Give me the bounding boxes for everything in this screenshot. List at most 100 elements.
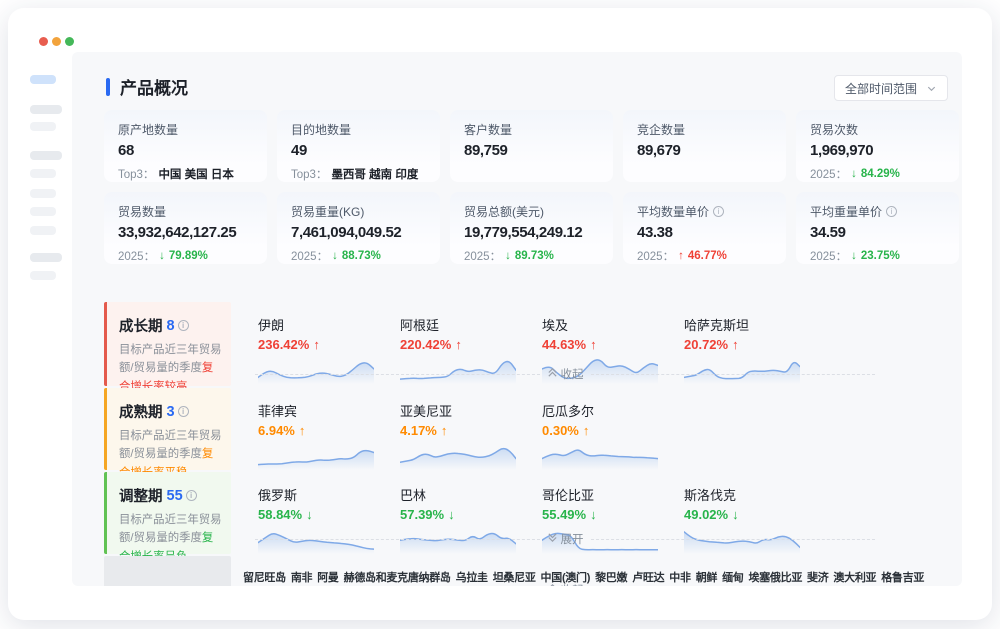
stat-sub-value: 89.73% <box>515 250 554 262</box>
group-count: 3 <box>167 404 175 420</box>
stat-card-value: 34.59 <box>810 224 947 241</box>
country-name: 厄瓜多尔 <box>542 401 684 420</box>
group-label: 调整期 55 目标产品近三年贸易额/贸易量的季度复合增长率呈负 <box>104 472 231 554</box>
sidebar-skeleton-item[interactable] <box>30 253 62 262</box>
trend-arrow-icon: ↑ <box>678 250 684 262</box>
stat-card-sub: 2025： ↓ 23.75% <box>810 248 947 264</box>
country-change: 20.72% ↑ <box>684 337 826 352</box>
country-trend-card[interactable]: 菲律宾 6.94% ↑ <box>258 401 400 470</box>
stat-card-value: 49 <box>291 142 428 159</box>
section-toggle-divider: 收起 <box>255 366 875 382</box>
group-title: 成熟期 3 <box>119 401 223 422</box>
stat-sub-prefix: Top3： <box>291 166 327 182</box>
app-window: 产品概况 全部时间范围 原产地数量 68 Top3： 中国 美国 日本 目的地数… <box>8 8 992 620</box>
country-name: 阿根廷 <box>400 315 542 334</box>
divider-line <box>591 539 876 540</box>
group-content: 伊朗 236.42% ↑ 阿根廷 220.42% ↑ 埃及 44.63% ↑ 哈… <box>231 302 959 386</box>
stat-card-sub: 2025： ↓ 89.73% <box>464 248 601 264</box>
lifecycle-group: 调整期 55 目标产品近三年贸易额/贸易量的季度复合增长率呈负 俄罗斯 58.8… <box>104 472 959 554</box>
stat-label-text: 竞企数量 <box>637 121 685 138</box>
toggle-button[interactable]: 展开 <box>547 531 584 547</box>
sidebar-skeleton-item[interactable] <box>30 169 56 178</box>
country-change-value: 57.39% <box>400 507 444 522</box>
stat-card-value: 19,779,554,249.12 <box>464 224 601 241</box>
country-change: 57.39% ↓ <box>400 507 542 522</box>
stat-card-value: 89,679 <box>637 142 774 159</box>
sidebar-skeleton-item[interactable] <box>30 122 56 131</box>
country-trend-card[interactable]: 亚美尼亚 4.17% ↑ <box>400 401 542 470</box>
country-change-value: 6.94% <box>258 423 295 438</box>
other-country-name[interactable]: 格鲁吉亚 <box>881 569 924 585</box>
country-name: 俄罗斯 <box>258 485 400 504</box>
sidebar-skeleton-item[interactable] <box>30 105 62 114</box>
group-label: 其他国家 16 <box>104 556 231 586</box>
lifecycle-group: 成长期 8 目标产品近三年贸易额/贸易量的季度复合增长率较高 伊朗 236.42… <box>104 302 959 386</box>
sparkline-svg <box>258 440 374 470</box>
stat-sub-prefix: 2025： <box>810 248 847 264</box>
info-icon[interactable] <box>186 490 197 501</box>
group-title: 其他国家 16 <box>119 586 209 587</box>
info-icon[interactable] <box>713 206 724 217</box>
info-icon[interactable] <box>178 406 189 417</box>
group-count: 8 <box>167 318 175 334</box>
country-name: 斯洛伐克 <box>684 485 826 504</box>
info-icon[interactable] <box>178 320 189 331</box>
sidebar-skeleton-item[interactable] <box>30 226 56 235</box>
stat-card: 原产地数量 68 Top3： 中国 美国 日本 <box>104 110 267 182</box>
trend-arrow-icon: ↑ <box>583 423 590 438</box>
country-change-value: 220.42% <box>400 337 451 352</box>
group-count: 55 <box>167 488 183 504</box>
country-change-value: 55.49% <box>542 507 586 522</box>
country-name: 伊朗 <box>258 315 400 334</box>
trend-arrow-icon: ↓ <box>448 507 455 522</box>
sidebar-skeleton-item[interactable] <box>30 189 56 198</box>
maximize-window-button[interactable] <box>65 37 74 46</box>
stat-card-label: 贸易数量 <box>118 203 255 220</box>
stat-card: 贸易次数 1,969,970 2025： ↓ 84.29% <box>796 110 959 182</box>
window-controls <box>39 37 74 46</box>
time-range-dropdown[interactable]: 全部时间范围 <box>834 75 948 101</box>
group-content: 菲律宾 6.94% ↑ 亚美尼亚 4.17% ↑ 厄瓜多尔 0.30% ↑ <box>231 388 959 470</box>
trend-sparkline <box>542 440 684 470</box>
stat-card-label: 平均重量单价 <box>810 203 947 220</box>
stat-card-label: 竞企数量 <box>637 121 774 138</box>
group-label: 成长期 8 目标产品近三年贸易额/贸易量的季度复合增长率较高 <box>104 302 231 386</box>
lifecycle-sections: 成长期 8 目标产品近三年贸易额/贸易量的季度复合增长率较高 伊朗 236.42… <box>104 302 959 586</box>
title-accent-bar <box>106 78 110 96</box>
stat-label-text: 平均数量单价 <box>637 203 709 220</box>
divider-line <box>255 374 540 375</box>
trend-arrow-icon: ↑ <box>313 337 320 352</box>
info-icon[interactable] <box>886 206 897 217</box>
country-name: 巴林 <box>400 485 542 504</box>
stat-card-sub: 2025： ↓ 79.89% <box>118 248 255 264</box>
stat-label-text: 贸易总额(美元) <box>464 203 544 220</box>
close-window-button[interactable] <box>39 37 48 46</box>
group-label: 成熟期 3 目标产品近三年贸易额/贸易量的季度复合增长率平稳 <box>104 388 231 470</box>
country-change-value: 58.84% <box>258 507 302 522</box>
stat-card-value: 43.38 <box>637 224 774 241</box>
sidebar-skeleton-item[interactable] <box>30 207 56 216</box>
country-change: 220.42% ↑ <box>400 337 542 352</box>
stat-label-text: 原产地数量 <box>118 121 178 138</box>
country-change: 58.84% ↓ <box>258 507 400 522</box>
stat-sub-prefix: 2025： <box>810 166 847 182</box>
stat-sub-value: 墨西哥 越南 印度 <box>331 166 418 182</box>
country-change-value: 236.42% <box>258 337 309 352</box>
country-change: 4.17% ↑ <box>400 423 542 438</box>
trend-arrow-icon: ↓ <box>332 250 338 262</box>
sidebar-skeleton-item[interactable] <box>30 271 56 280</box>
divider-line <box>591 374 876 375</box>
country-trend-card[interactable]: 厄瓜多尔 0.30% ↑ <box>542 401 684 470</box>
stat-label-text: 目的地数量 <box>291 121 351 138</box>
stat-card-value: 89,759 <box>464 142 601 159</box>
toggle-button[interactable]: 收起 <box>547 366 584 382</box>
sidebar-skeleton-item-active[interactable] <box>30 75 56 84</box>
trend-arrow-icon: ↓ <box>732 507 739 522</box>
sidebar-skeleton-item[interactable] <box>30 151 62 160</box>
stat-card-label: 客户数量 <box>464 121 601 138</box>
stat-sub-value: 88.73% <box>342 250 381 262</box>
minimize-window-button[interactable] <box>52 37 61 46</box>
trend-arrow-icon: ↓ <box>505 250 511 262</box>
stat-label-text: 平均重量单价 <box>810 203 882 220</box>
toggle-button[interactable]: 收起 <box>547 582 584 586</box>
